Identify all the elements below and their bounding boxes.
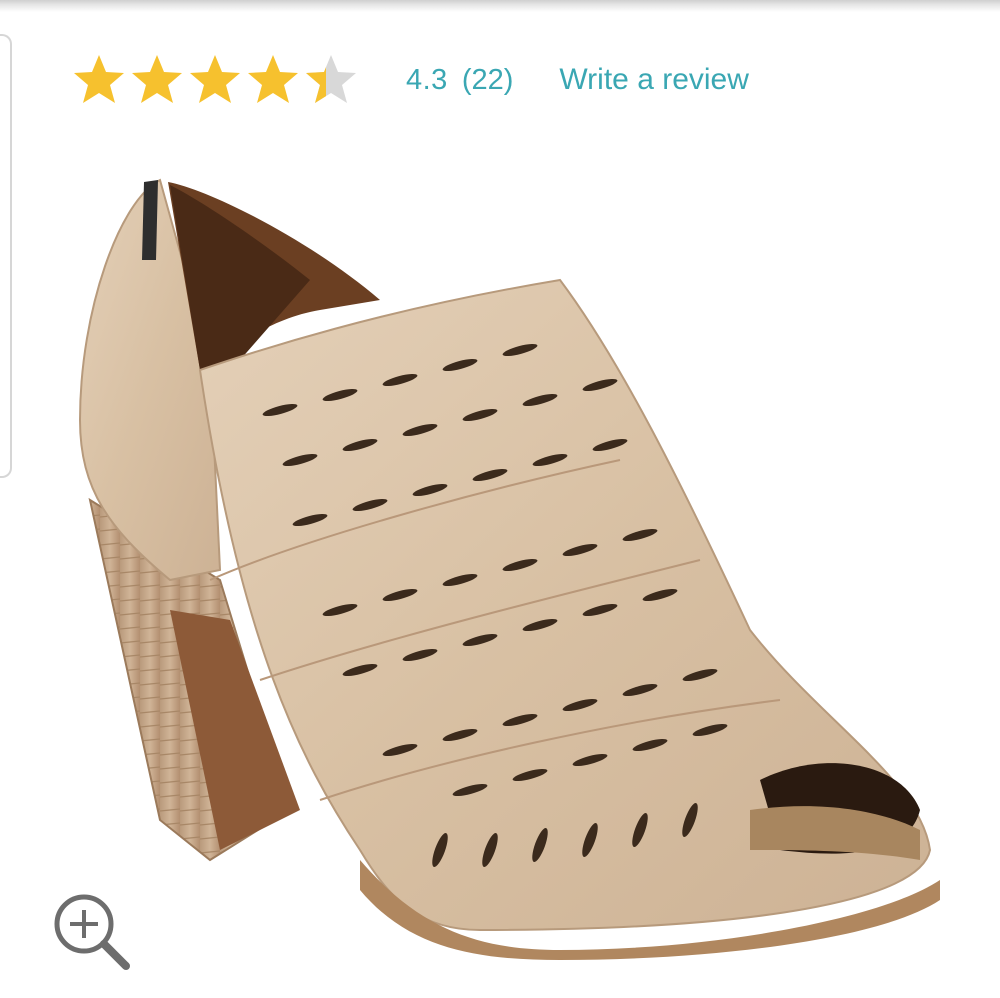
star-icon: [248, 55, 298, 103]
rating-value: 4.3: [406, 63, 448, 96]
write-review-link[interactable]: Write a review: [559, 63, 749, 97]
star-rating[interactable]: [70, 52, 360, 108]
zoom-in-icon[interactable]: [48, 888, 138, 978]
product-detail-page: 4.3 (22) Write a review: [0, 0, 1000, 998]
partial-star-icon: [306, 55, 356, 103]
product-image[interactable]: [60, 160, 960, 960]
rating-row: 4.3 (22) Write a review: [70, 48, 749, 112]
review-count[interactable]: (22): [462, 64, 514, 97]
star-icon: [190, 55, 240, 103]
star-icon: [74, 55, 124, 103]
top-bar-shadow: [0, 0, 1000, 12]
previous-card-edge[interactable]: [0, 34, 12, 478]
star-icon: [132, 55, 182, 103]
